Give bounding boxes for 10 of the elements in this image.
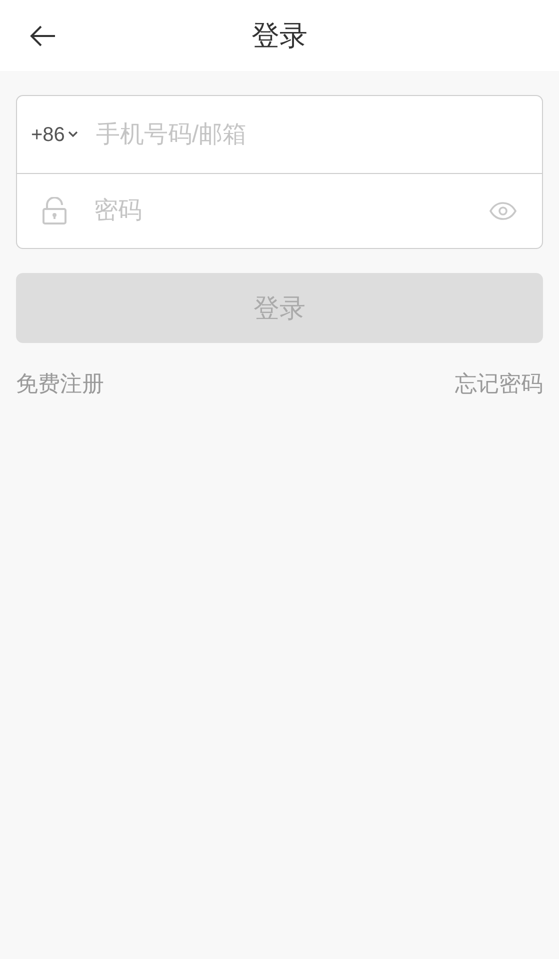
- unlocked-padlock-icon: [42, 197, 67, 225]
- register-link[interactable]: 免费注册: [16, 367, 104, 400]
- account-field[interactable]: 手机号码/邮箱: [96, 116, 542, 152]
- eye-icon: [489, 202, 517, 220]
- forgot-password-link[interactable]: 忘记密码: [455, 367, 543, 400]
- country-code-dropdown[interactable]: +86: [31, 120, 78, 150]
- back-icon: [30, 24, 56, 46]
- chevron-down-icon: [68, 131, 78, 138]
- password-field[interactable]: 密码: [94, 193, 488, 229]
- page-title: 登录: [252, 18, 308, 52]
